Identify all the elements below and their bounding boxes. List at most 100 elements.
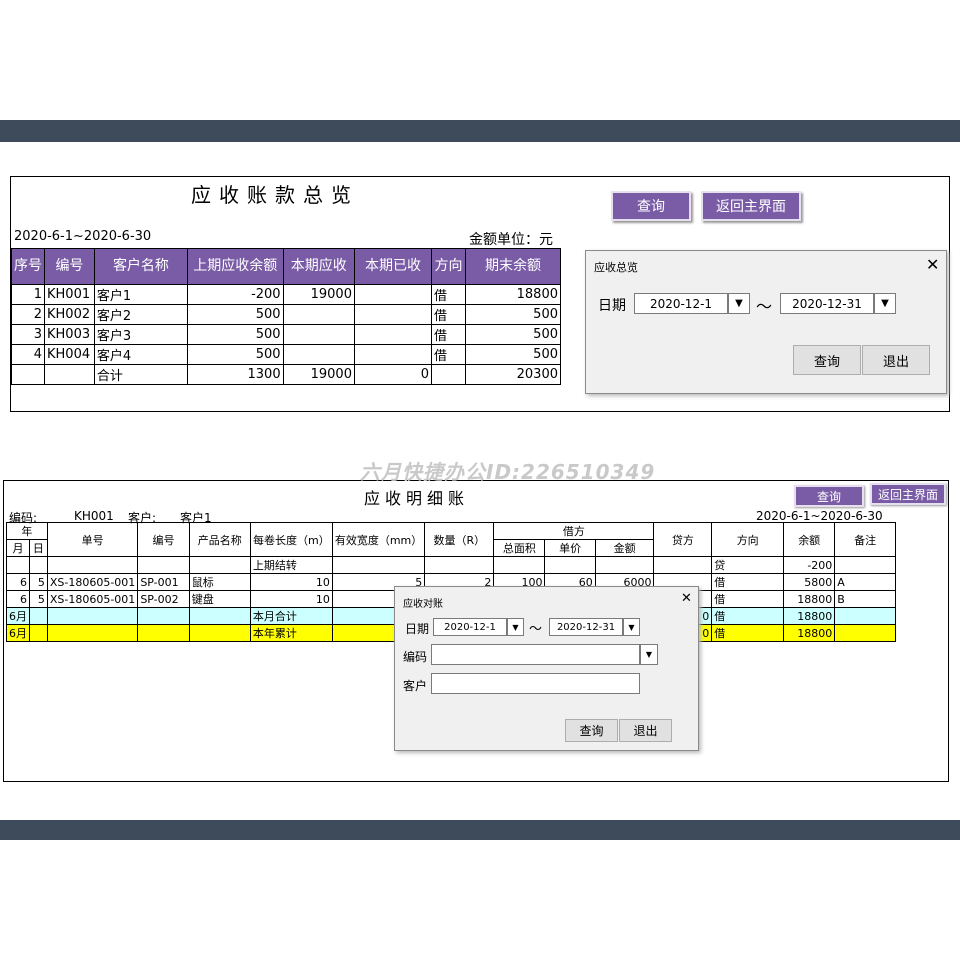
code-value: KH001 (74, 509, 114, 523)
col-index: 序号 (11, 248, 45, 285)
cell-month: 6月 (6, 624, 30, 642)
detail-title: 应收明细账 (364, 489, 470, 508)
cell-prev-balance: 1300 (186, 364, 284, 385)
summary-table: 序号 编号 客户名称 上期应收余额 本期应收 本期已收 方向 期末余额 1 KH… (11, 248, 562, 385)
cell-prev-balance: 500 (186, 344, 284, 365)
cell-qty (424, 556, 495, 574)
table-row: 3 KH003 客户3 500 借 500 (11, 324, 562, 345)
cell-direction: 借 (711, 607, 785, 625)
cell-code (137, 607, 190, 625)
date-from-field[interactable]: 2020-12-1 (634, 293, 728, 314)
col-doc-no: 单号 (46, 522, 139, 557)
close-icon[interactable]: ✕ (926, 255, 939, 274)
cell-doc-no: XS-180605-001 (46, 573, 139, 591)
dialog-query-button[interactable]: 查询 (565, 719, 618, 742)
chevron-down-icon[interactable]: ▼ (507, 618, 524, 636)
cell-note (834, 624, 896, 642)
dialog-query-button[interactable]: 查询 (793, 345, 861, 375)
col-product: 产品名称 (188, 522, 251, 557)
detail-query-button[interactable]: 查询 (794, 485, 864, 507)
date-label: 日期 (598, 298, 626, 314)
col-roll-length: 每卷长度（m） (249, 522, 333, 557)
col-direction: 方向 (431, 248, 466, 285)
cell-end-balance: 18800 (464, 284, 562, 305)
cell-day (29, 607, 48, 625)
cell-code: SP-002 (137, 590, 190, 608)
cell-received: 0 (353, 364, 433, 385)
table-row: 4 KH004 客户4 500 借 500 (11, 344, 562, 365)
cell-day (29, 624, 48, 642)
cell-direction: 借 (431, 284, 466, 305)
col-balance: 余额 (783, 522, 836, 557)
cell-product (188, 607, 251, 625)
cell-balance: -200 (783, 556, 836, 574)
cell-direction: 贷 (711, 556, 785, 574)
chevron-down-icon[interactable]: ▼ (874, 293, 896, 314)
cell-end-balance: 500 (464, 344, 562, 365)
cell-received (353, 304, 433, 325)
col-credit: 贷方 (653, 522, 713, 557)
cell-roll-length: 本月合计 (249, 607, 333, 625)
reconcile-dialog-title: 应收对账 (403, 599, 443, 610)
cell-price (544, 556, 596, 574)
dialog-exit-button[interactable]: 退出 (862, 345, 930, 375)
cell-received (353, 324, 433, 345)
cell-month: 6 (6, 573, 30, 591)
chevron-down-icon[interactable]: ▼ (728, 293, 750, 314)
detail-header-row: 年 单号 编号 产品名称 每卷长度（m） 有效宽度（mm） 数量（R） 借方 贷… (6, 522, 896, 557)
customer-field[interactable] (431, 673, 640, 694)
cell-note (834, 607, 896, 625)
col-amount: 金额 (594, 539, 655, 557)
cell-balance: 18800 (783, 624, 836, 642)
cell-code (137, 556, 190, 574)
cell-balance: 18800 (783, 590, 836, 608)
chevron-down-icon[interactable]: ▼ (623, 618, 640, 636)
chevron-down-icon[interactable]: ▼ (640, 644, 658, 665)
cell-code: SP-001 (137, 573, 190, 591)
cell-width (331, 556, 426, 574)
cell-index: 4 (11, 344, 45, 365)
cell-code: KH003 (44, 324, 95, 345)
code-label: 编码 (403, 650, 428, 664)
cell-day: 5 (29, 590, 48, 608)
cell-doc-no: XS-180605-001 (46, 590, 139, 608)
col-received: 本期已收 (353, 248, 433, 285)
cell-direction: 借 (711, 624, 785, 642)
col-width: 有效宽度（mm） (331, 522, 426, 557)
cell-received (353, 344, 433, 365)
date-to-field[interactable]: 2020-12-31 (549, 618, 623, 636)
cell-product: 鼠标 (188, 573, 251, 591)
cell-receivable (282, 324, 355, 345)
col-code: 编号 (44, 248, 95, 285)
cell-customer: 客户1 (93, 284, 188, 305)
close-icon[interactable]: ✕ (681, 591, 692, 606)
detail-home-button[interactable]: 返回主界面 (870, 483, 946, 505)
cell-code (137, 624, 190, 642)
date-to-field[interactable]: 2020-12-31 (780, 293, 874, 314)
cell-roll-length: 本年累计 (249, 624, 333, 642)
range-separator: ～ (529, 622, 543, 637)
summary-home-button[interactable]: 返回主界面 (701, 191, 801, 221)
col-day: 日 (29, 539, 48, 557)
summary-query-button[interactable]: 查询 (611, 191, 691, 221)
watermark-text: 六月快捷办公ID:226510349 (360, 460, 656, 484)
cell-amount (594, 556, 655, 574)
cell-doc-no (46, 556, 139, 574)
code-field[interactable] (431, 644, 640, 665)
col-year: 年 (6, 522, 48, 540)
cell-index (11, 364, 45, 385)
cell-receivable (282, 304, 355, 325)
date-from-field[interactable]: 2020-12-1 (433, 618, 507, 636)
cell-day: 5 (29, 573, 48, 591)
cell-end-balance: 500 (464, 304, 562, 325)
cell-index: 3 (11, 324, 45, 345)
cell-total-label: 合计 (93, 364, 188, 385)
cell-product: 键盘 (188, 590, 251, 608)
cell-received (353, 284, 433, 305)
cell-month (6, 556, 30, 574)
cell-prev-balance: 500 (186, 304, 284, 325)
dialog-exit-button[interactable]: 退出 (619, 719, 672, 742)
bottom-band (0, 820, 960, 840)
cell-direction (431, 364, 466, 385)
summary-dialog-title: 应收总览 (594, 261, 638, 274)
